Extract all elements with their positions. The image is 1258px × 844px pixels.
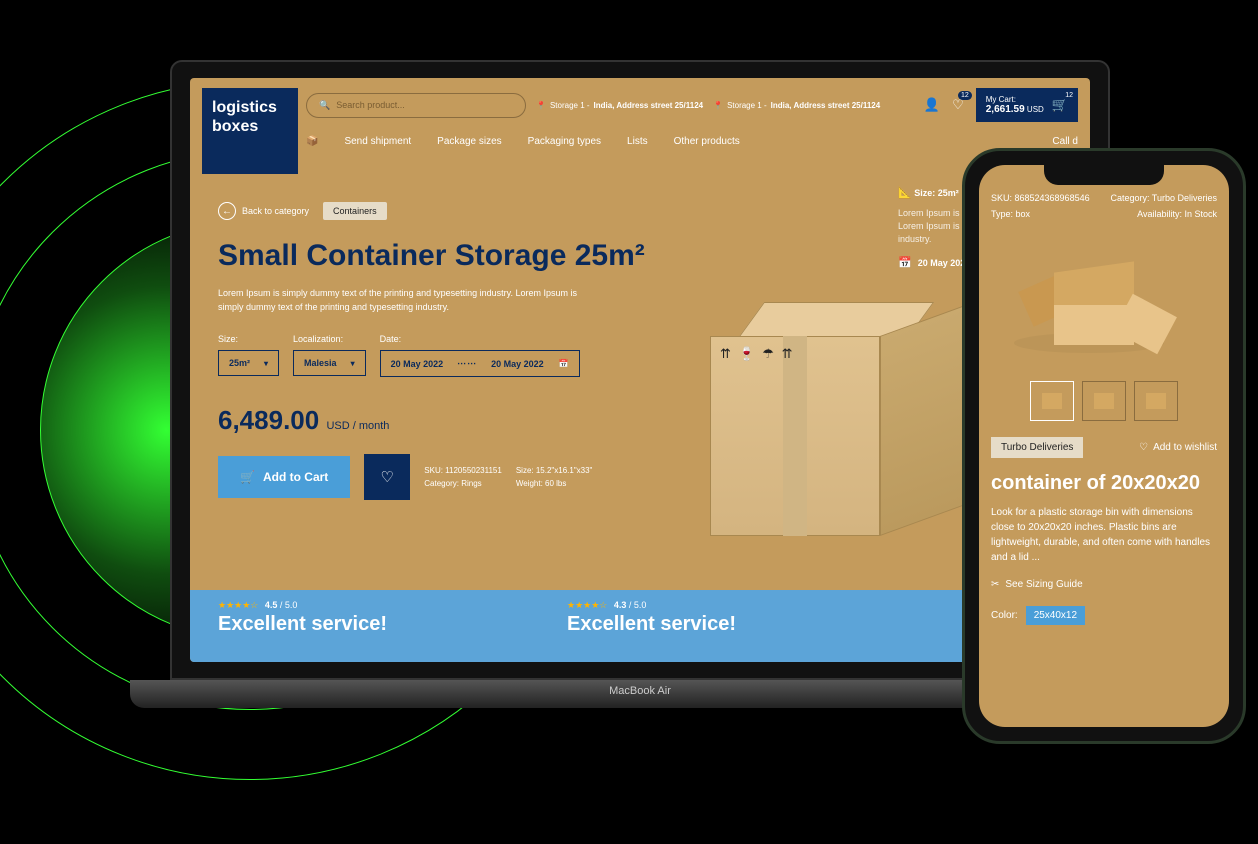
back-link[interactable]: ← Back to category (218, 202, 309, 220)
mobile-tag[interactable]: Turbo Deliveries (991, 437, 1083, 458)
heart-icon: ♡ (1139, 442, 1148, 453)
mobile-product-title: container of 20x20x20 (991, 472, 1217, 495)
mobile-app: SKU: 868524368968546 Category: Turbo Del… (979, 165, 1229, 727)
wishlist-icon[interactable]: ♡12 (952, 97, 964, 113)
scissors-icon: ✂ (991, 579, 999, 590)
wishlist-button[interactable]: ♡ (364, 454, 410, 500)
ruler-icon: 📐 (898, 187, 912, 199)
thumbnail-3[interactable] (1134, 381, 1178, 421)
logo-line1: logistics (212, 98, 288, 117)
reviews-strip: ★★★★☆ 4.5 / 5.0 Excellent service! ★★★★☆… (190, 590, 1090, 662)
nav-send-shipment[interactable]: Send shipment (344, 136, 411, 147)
nav-other-products[interactable]: Other products (674, 136, 740, 147)
calendar-icon: 📅 (559, 359, 569, 368)
date-label: Date: (380, 334, 580, 344)
heart-icon: ♡ (381, 468, 394, 486)
desktop-app: logistics boxes 🔍 Search product... 📍 St… (190, 78, 1090, 662)
product-meta-size: Size: 15.2"x16.1"x33"Weight: 60 lbs (516, 464, 593, 490)
pin-icon: 📍 (536, 101, 546, 110)
size-label: Size: (218, 334, 279, 344)
nav-lists[interactable]: Lists (627, 136, 648, 147)
chevron-down-icon: ▾ (264, 359, 268, 368)
localization-select[interactable]: Malesia ▾ (293, 350, 366, 376)
mobile-availability: Availability: In Stock (1137, 209, 1217, 219)
search-icon: 🔍 (319, 100, 330, 111)
phone-mockup: SKU: 868524368968546 Category: Turbo Del… (962, 148, 1246, 744)
main-nav: 📦 Send shipment Package sizes Packaging … (306, 136, 1078, 147)
thumbnail-2[interactable] (1082, 381, 1126, 421)
box-icon: 📦 (306, 136, 318, 147)
mobile-wishlist-link[interactable]: ♡ Add to wishlist (1139, 442, 1217, 453)
cart-icon: 🛒 (240, 470, 255, 484)
nav-packaging-types[interactable]: Packaging types (528, 136, 601, 147)
color-label: Color: (991, 610, 1018, 621)
sizing-guide-link[interactable]: ✂ See Sizing Guide (991, 579, 1217, 590)
star-rating: ★★★★☆ 4.5 / 5.0 (218, 600, 387, 611)
localization-label: Localization: (293, 334, 366, 344)
cart-badge: 12 (1062, 91, 1076, 100)
cart-icon: 🛒12 (1052, 97, 1068, 113)
arrow-left-icon: ← (218, 202, 236, 220)
review-text: Excellent service! (218, 613, 387, 636)
pin-icon: 📍 (713, 101, 723, 110)
thumbnail-1[interactable] (1030, 381, 1074, 421)
mobile-category: Category: Turbo Deliveries (1110, 193, 1217, 203)
color-chip[interactable]: 25x40x12 (1026, 606, 1085, 625)
date-range-select[interactable]: 20 May 2022 ⋯⋯ 20 May 2022 📅 (380, 350, 580, 377)
box-symbols-icon: ⇈ 🍷 ☂ ⇈ (720, 346, 794, 362)
mobile-type: Type: box (991, 209, 1030, 219)
cart-button[interactable]: My Cart: 2,661.59 USD 🛒12 (976, 88, 1078, 122)
product-meta-sku: SKU: 1120550231151Category: Rings (424, 464, 502, 490)
size-select[interactable]: 25m² ▾ (218, 350, 279, 376)
category-pill[interactable]: Containers (323, 202, 387, 220)
search-placeholder: Search product... (336, 100, 405, 110)
account-icon[interactable]: 👤 (924, 97, 940, 113)
mobile-product-image (1024, 247, 1184, 367)
add-to-cart-button[interactable]: 🛒 Add to Cart (218, 456, 350, 498)
storage-location-1[interactable]: 📍 Storage 1 - India, Address street 25/1… (536, 101, 703, 110)
mobile-product-description: Look for a plastic storage bin with dime… (991, 505, 1217, 565)
star-rating: ★★★★☆ 4.3 / 5.0 (567, 600, 736, 611)
call-label: Call d (1052, 136, 1078, 147)
mobile-thumbnails (991, 381, 1217, 421)
wishlist-badge: 12 (958, 91, 972, 100)
cart-amount: 2,661.59 (986, 104, 1025, 115)
logo-line2: boxes (212, 117, 288, 136)
storage-location-2[interactable]: 📍 Storage 1 - India, Address street 25/1… (713, 101, 880, 110)
cart-label: My Cart: (986, 95, 1044, 104)
nav-package-sizes[interactable]: Package sizes (437, 136, 501, 147)
search-input[interactable]: 🔍 Search product... (306, 93, 526, 118)
mobile-sku: SKU: 868524368968546 (991, 193, 1090, 203)
header: logistics boxes 🔍 Search product... 📍 St… (190, 78, 1090, 184)
chevron-down-icon: ▾ (351, 359, 355, 368)
review-text: Excellent service! (567, 613, 736, 636)
logo[interactable]: logistics boxes (202, 88, 298, 174)
calendar-icon: 📅 (898, 256, 912, 269)
phone-notch (1044, 165, 1164, 185)
product-description: Lorem Ipsum is simply dummy text of the … (218, 286, 598, 314)
